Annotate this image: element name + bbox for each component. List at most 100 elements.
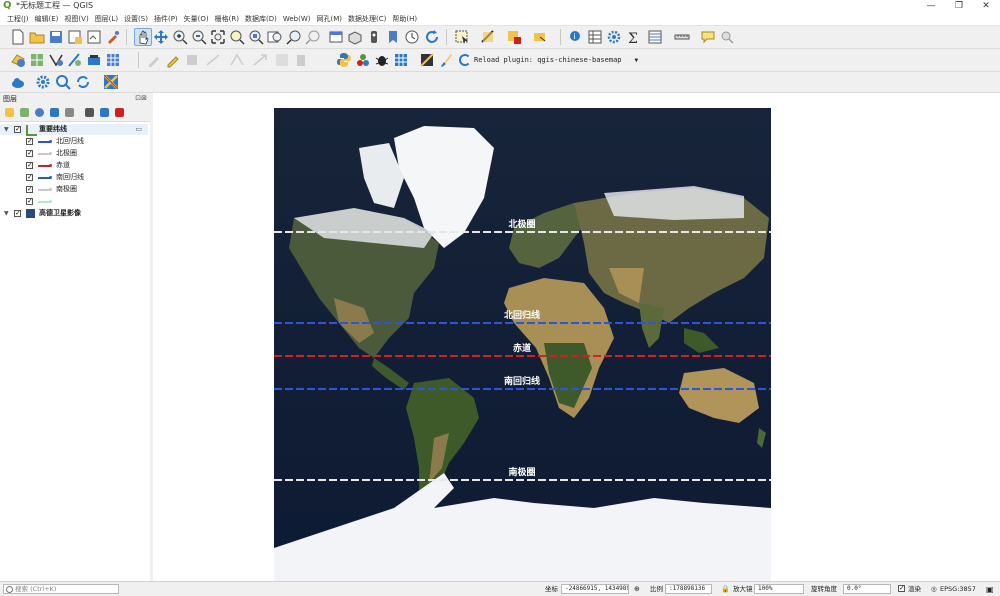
attribute-table-icon[interactable] [587,29,603,45]
cloud-basemap-icon[interactable] [10,74,26,90]
menu-item[interactable]: 工程(J) [4,13,32,25]
minimize-button[interactable]: — [917,0,945,13]
layer-checkbox[interactable]: ✓ [14,126,21,133]
manage-visibility-icon[interactable] [35,108,44,117]
select-by-value-icon[interactable] [480,29,496,45]
new-map-view-icon[interactable] [328,29,344,45]
vertex-tool-icon[interactable] [229,52,245,68]
add-vector-layer-icon[interactable] [10,52,26,68]
close-button[interactable]: ✕ [972,0,1000,13]
grid-icon[interactable] [393,52,409,68]
measure-icon[interactable] [674,29,690,45]
save-project-icon[interactable] [48,29,64,45]
delete-selected-icon[interactable] [293,52,309,68]
extents-toggle-icon[interactable]: ⊕ [634,585,640,594]
zoom-last-icon[interactable] [286,29,302,45]
new-project-icon[interactable] [10,29,26,45]
zoom-in-icon[interactable] [172,29,188,45]
add-mesh-layer-icon[interactable] [105,52,121,68]
menu-item[interactable]: 栅格(R) [212,13,242,25]
locator-search-input[interactable]: 搜索 (Ctrl+K) [3,584,119,594]
deselect-icon[interactable] [506,29,522,45]
magnifier-field[interactable]: 100% [754,584,804,594]
layer-checkbox[interactable]: ✓ [26,150,33,157]
add-group-icon[interactable] [20,108,29,117]
satellite-basemap[interactable]: 北极圈 北回归线 赤道 南回归线 南极圈 [274,108,771,581]
georeferencer-icon[interactable] [419,52,435,68]
expand-all-icon[interactable] [85,108,94,117]
maximize-button[interactable]: ❐ [945,0,973,13]
chevron-down-icon[interactable]: ▼ [4,124,9,135]
menu-item[interactable]: 视图(V) [61,13,91,25]
chevron-down-icon[interactable]: ▼ [4,208,9,219]
filter-legend-icon[interactable] [50,108,59,117]
new-3d-map-view-icon[interactable] [347,29,363,45]
save-edits-icon[interactable] [184,52,200,68]
settings-gear-icon[interactable] [35,74,51,90]
reload-plugin-button[interactable]: Reload plugin: qgis-chinese-basemap ▼ [459,53,638,67]
messages-icon[interactable]: ▣ [986,585,994,594]
layer-item[interactable]: ✓ 赤道 [0,160,148,171]
layer-checkbox[interactable]: ✓ [26,186,33,193]
layer-item[interactable]: ✓ 南极圈 [0,184,148,195]
menu-item[interactable]: Web(W) [280,13,314,25]
coordinate-field[interactable]: -24866915, 14349893 [561,584,629,594]
sync-icon[interactable] [75,74,91,90]
menu-item[interactable]: 数据库(D) [242,13,280,25]
open-field-calculator-icon[interactable] [647,29,663,45]
menu-item[interactable]: 帮助(H) [389,13,420,25]
chevron-down-icon[interactable]: ▼ [635,57,639,64]
open-project-icon[interactable] [29,29,45,45]
panel-float-close-icon[interactable]: ⊡⊠ [135,94,147,102]
layer-checkbox[interactable]: ✓ [14,210,21,217]
add-wms-layer-icon[interactable] [86,52,102,68]
crs-globe-icon[interactable]: ◎ [931,585,937,594]
open-layer-styling-icon[interactable] [5,108,14,117]
crs-button[interactable]: EPSG:3857 [940,585,976,594]
layer-group[interactable]: ▼ ✓ 高德卫星影像 [0,208,148,219]
select-features-icon[interactable] [454,29,470,45]
menu-item[interactable]: 插件(P) [151,13,181,25]
python-console-icon[interactable] [336,52,352,68]
rotation-field[interactable]: 0.0° [843,584,891,594]
layer-checkbox[interactable]: ✓ [26,162,33,169]
map-tips-icon[interactable] [700,29,716,45]
refresh-icon[interactable] [424,29,440,45]
lock-scale-icon[interactable]: 🔒 [721,585,730,594]
processing-toolbox-icon[interactable] [606,29,622,45]
clock-icon[interactable] [404,29,420,45]
select-location-icon[interactable] [532,29,548,45]
scale-field[interactable]: :178898136 [665,584,712,594]
print-layout-icon[interactable] [86,29,102,45]
menu-item[interactable]: 数据处理(C) [345,13,389,25]
add-raster-layer-icon[interactable] [29,52,45,68]
search-icon[interactable] [55,74,71,90]
save-as-icon[interactable] [67,29,83,45]
remove-layer-icon[interactable] [115,108,124,117]
layer-item[interactable]: ✓ 北回归线 [0,136,148,147]
render-checkbox[interactable]: ✓ [898,585,905,592]
style-manager-icon[interactable] [105,29,121,45]
identify-features-icon[interactable]: i [568,29,584,45]
toggle-editing-icon[interactable] [165,52,181,68]
digitize-icon[interactable] [205,52,221,68]
layer-checkbox[interactable]: ✓ [26,198,33,205]
modify-attributes-icon[interactable] [274,52,290,68]
layer-checkbox[interactable]: ✓ [26,174,33,181]
locator-icon[interactable] [719,29,735,45]
menu-item[interactable]: 图层(L) [92,13,121,25]
menu-item[interactable]: 矢量(O) [181,13,212,25]
current-edits-icon[interactable] [146,52,162,68]
zoom-full-icon[interactable] [210,29,226,45]
menu-item[interactable]: 编辑(E) [32,13,62,25]
layer-group[interactable]: ▼ ✓ 重要纬线 ▭ [0,124,148,136]
layer-item[interactable]: ✓ [0,196,148,207]
menu-item[interactable]: 设置(S) [121,13,151,25]
pan-to-selection-icon[interactable] [153,29,169,45]
add-virtual-layer-icon[interactable] [67,52,83,68]
plugin-icon[interactable] [355,52,371,68]
brush-icon[interactable] [438,52,454,68]
statistics-icon[interactable]: Σ [626,29,642,45]
menu-item[interactable]: 网孔(M) [313,13,345,25]
add-delimited-layer-icon[interactable] [48,52,64,68]
